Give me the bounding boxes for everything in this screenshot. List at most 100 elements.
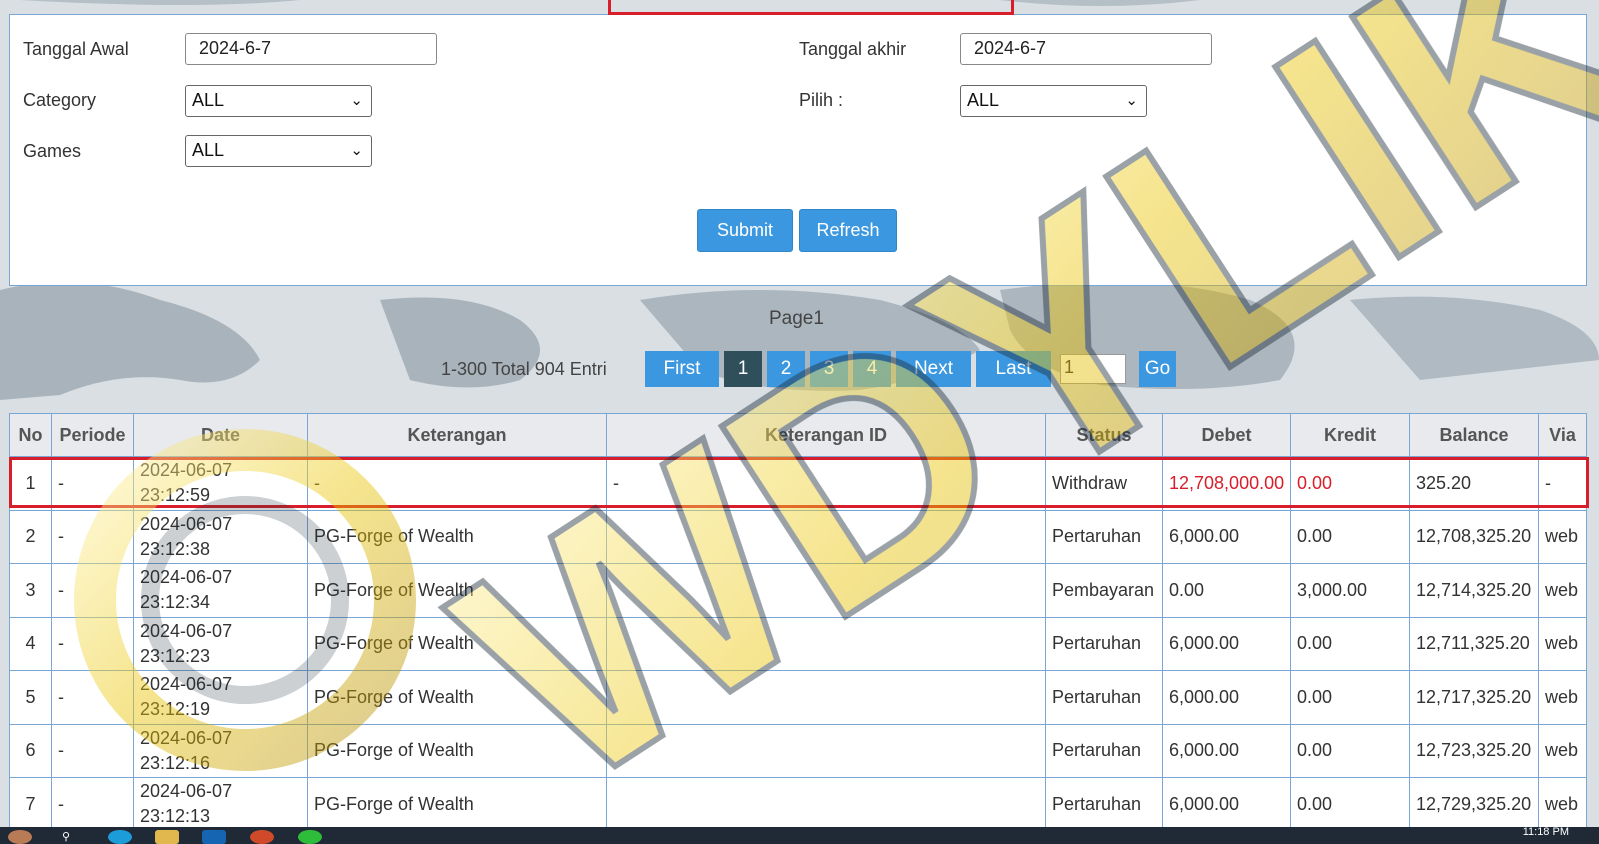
cell-keterangan: PG-Forge of Wealth <box>308 778 607 832</box>
cell-status: Pertaruhan <box>1046 510 1163 564</box>
cell-time-value: 23:12:38 <box>140 538 211 559</box>
os-taskbar <box>0 827 1599 844</box>
category-label: Category <box>23 90 97 110</box>
table-row: 3-2024-06-07 23:12:34 PG-Forge of Wealth Pe… <box>9 564 1587 618</box>
cell-debet: 6,000.00 <box>1163 617 1291 671</box>
cell-debet: 6,000.00 <box>1163 724 1291 778</box>
chrome-browser-icon[interactable] <box>250 830 274 844</box>
cell-status: Withdraw <box>1046 457 1163 511</box>
pilih-select[interactable]: ALL ⌄ <box>960 85 1147 117</box>
cell-keterangan: PG-Forge of Wealth <box>308 617 607 671</box>
cell-time-value: 23:12:59 <box>140 485 211 506</box>
edge-browser-icon[interactable] <box>108 830 132 844</box>
pilih-label: Pilih : <box>799 90 844 110</box>
header-balance: Balance <box>1410 413 1539 457</box>
cell-status: Pertaruhan <box>1046 778 1163 832</box>
search-icon[interactable]: ⚲ <box>62 830 86 844</box>
next-page-button[interactable]: Next <box>896 351 971 387</box>
page-indicator: Page1 <box>769 308 824 329</box>
first-page-button[interactable]: First <box>645 351 719 387</box>
cell-kredit: 0.00 <box>1291 457 1410 511</box>
header-date: Date <box>134 413 308 457</box>
chevron-down-icon: ⌄ <box>1125 92 1138 109</box>
start-icon[interactable] <box>8 830 32 844</box>
cell-via: web <box>1539 564 1587 618</box>
cell-keterangan: - <box>308 457 607 511</box>
cell-time-value: 23:12:19 <box>140 699 211 720</box>
chevron-down-icon: ⌄ <box>350 142 363 159</box>
pilih-select-value: ALL <box>967 90 1000 110</box>
cell-debet: 0.00 <box>1163 564 1291 618</box>
table-row: 5-2024-06-07 23:12:19 PG-Forge of Wealth Pe… <box>9 671 1587 725</box>
cell-time-value: 23:12:23 <box>140 645 211 666</box>
page-button-2[interactable]: 2 <box>767 351 805 387</box>
refresh-button[interactable]: Refresh <box>799 209 897 252</box>
taskbar-clock: 11:18 PM <box>1522 826 1569 838</box>
cell-date: 2024-06-07 23:12:13 <box>134 778 308 832</box>
cell-status: Pertaruhan <box>1046 724 1163 778</box>
cell-periode: - <box>52 457 134 511</box>
submit-button[interactable]: Submit <box>697 209 793 252</box>
table-row: 4-2024-06-07 23:12:23 PG-Forge of Wealth Pe… <box>9 617 1587 671</box>
cell-balance: 12,729,325.20 <box>1410 778 1539 832</box>
games-select[interactable]: ALL ⌄ <box>185 135 372 167</box>
cell-date-value: 2024-06-07 <box>140 567 233 588</box>
cell-no: 7 <box>9 778 52 832</box>
cell-date: 2024-06-07 23:12:59 <box>134 457 308 511</box>
last-page-button[interactable]: Last <box>976 351 1051 387</box>
page-button-1[interactable]: 1 <box>724 351 762 387</box>
cell-keterangan: PG-Forge of Wealth <box>308 671 607 725</box>
chevron-down-icon: ⌄ <box>350 92 363 109</box>
cell-date: 2024-06-07 23:12:16 <box>134 724 308 778</box>
header-kredit: Kredit <box>1291 413 1410 457</box>
cell-debet: 6,000.00 <box>1163 510 1291 564</box>
cell-balance: 325.20 <box>1410 457 1539 511</box>
cell-periode: - <box>52 724 134 778</box>
tanggal-awal-label: Tanggal Awal <box>23 39 129 59</box>
header-debet: Debet <box>1163 413 1291 457</box>
line-app-icon[interactable] <box>298 830 322 844</box>
tanggal-akhir-label: Tanggal akhir <box>799 39 907 59</box>
cell-keterangan: PG-Forge of Wealth <box>308 510 607 564</box>
cell-periode: - <box>52 564 134 618</box>
cell-kredit: 0.00 <box>1291 778 1410 832</box>
cell-periode: - <box>52 671 134 725</box>
cell-date-value: 2024-06-07 <box>140 727 233 748</box>
cell-keterangan-id <box>607 724 1046 778</box>
cell-periode: - <box>52 778 134 832</box>
games-select-value: ALL <box>192 140 225 160</box>
cell-kredit: 0.00 <box>1291 724 1410 778</box>
go-button[interactable]: Go <box>1139 351 1176 387</box>
cell-keterangan-id <box>607 671 1046 725</box>
goto-page-input[interactable]: 1 <box>1060 354 1126 384</box>
cell-no: 3 <box>9 564 52 618</box>
page-button-3[interactable]: 3 <box>810 351 848 387</box>
page-button-4[interactable]: 4 <box>853 351 891 387</box>
tanggal-awal-input[interactable]: 2024-6-7 <box>185 33 437 65</box>
table-row: 7-2024-06-07 23:12:13 PG-Forge of Wealth Pe… <box>9 778 1587 832</box>
transactions-table: No Periode Date Keterangan Keterangan ID… <box>9 413 1587 832</box>
cell-balance: 12,723,325.20 <box>1410 724 1539 778</box>
cell-periode: - <box>52 617 134 671</box>
store-icon[interactable] <box>202 830 226 844</box>
table-row: 2-2024-06-07 23:12:38 PG-Forge of Wealth Pe… <box>9 510 1587 564</box>
cell-via: web <box>1539 510 1587 564</box>
category-select[interactable]: ALL ⌄ <box>185 85 372 117</box>
cell-status: Pertaruhan <box>1046 671 1163 725</box>
file-explorer-icon[interactable] <box>155 830 179 844</box>
cell-balance: 12,708,325.20 <box>1410 510 1539 564</box>
cell-kredit: 0.00 <box>1291 617 1410 671</box>
category-select-value: ALL <box>192 90 225 110</box>
cell-no: 2 <box>9 510 52 564</box>
cell-via: web <box>1539 778 1587 832</box>
cell-balance: 12,711,325.20 <box>1410 617 1539 671</box>
cell-time-value: 23:12:16 <box>140 752 211 773</box>
cell-no: 1 <box>9 457 52 511</box>
table-row: 1-2024-06-07 23:12:59- - Withdraw 12,708,000… <box>9 457 1587 511</box>
cell-date-value: 2024-06-07 <box>140 513 233 534</box>
cell-keterangan-id <box>607 564 1046 618</box>
table-header-row: No Periode Date Keterangan Keterangan ID… <box>9 413 1587 457</box>
header-periode: Periode <box>52 413 134 457</box>
games-label: Games <box>23 141 82 161</box>
tanggal-akhir-input[interactable]: 2024-6-7 <box>960 33 1212 65</box>
